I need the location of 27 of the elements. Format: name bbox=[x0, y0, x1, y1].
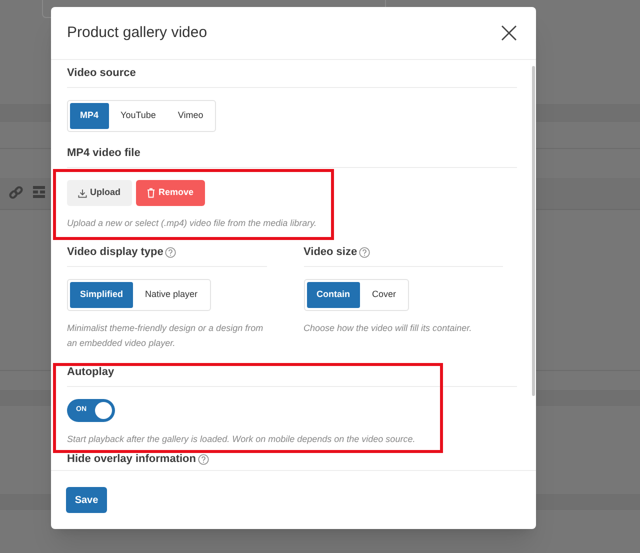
segment-option[interactable]: Simplified bbox=[70, 282, 134, 308]
close-button[interactable] bbox=[500, 24, 518, 42]
segment-option[interactable]: MP4 bbox=[70, 103, 109, 129]
link-icon bbox=[9, 186, 23, 200]
close-icon bbox=[501, 25, 517, 41]
download-icon bbox=[78, 188, 87, 198]
section-label: Video display type bbox=[67, 245, 164, 260]
section-label: MP4 video file bbox=[67, 146, 140, 162]
save-button[interactable]: Save bbox=[66, 487, 107, 513]
help-text: Start playback after the gallery is loaded. Work on mobile depends on the video source. bbox=[67, 433, 416, 446]
help-text: Minimalist theme-friendly design or a design from an embedded video player. bbox=[67, 322, 264, 350]
section-label: Hide overlay information bbox=[67, 452, 196, 467]
upload-button[interactable]: Upload bbox=[67, 180, 132, 206]
segment-option[interactable]: Contain bbox=[306, 282, 360, 308]
help-icon[interactable] bbox=[359, 247, 370, 258]
table-icon bbox=[33, 186, 45, 198]
section-label: Video source bbox=[67, 66, 136, 82]
dialog-title: Product gallery video bbox=[67, 22, 208, 43]
remove-button[interactable]: Remove bbox=[136, 180, 205, 206]
scrollbar-thumb[interactable] bbox=[532, 66, 535, 396]
help-icon[interactable] bbox=[165, 247, 176, 258]
trash-icon bbox=[146, 188, 154, 198]
help-text: Choose how the video will fill its container. bbox=[304, 322, 473, 335]
section-label: Video size bbox=[304, 245, 358, 260]
section-label: Autoplay bbox=[67, 365, 114, 380]
help-text: Upload a new or select (.mp4) video file from the media library. bbox=[67, 217, 318, 230]
help-icon[interactable] bbox=[198, 454, 209, 465]
